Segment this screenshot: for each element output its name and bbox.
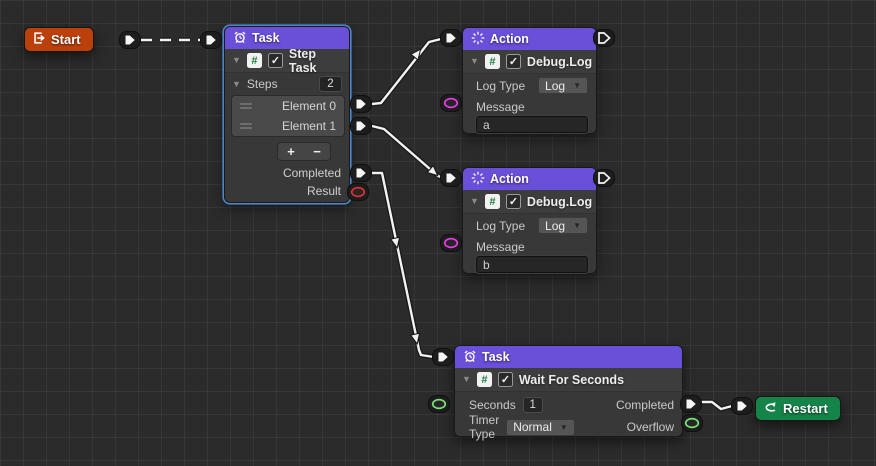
port-action2-message-input[interactable] xyxy=(440,234,462,252)
seconds-input[interactable]: 1 xyxy=(523,397,543,413)
list-item[interactable]: Element 1 xyxy=(232,116,344,136)
log-type-label: Log Type xyxy=(476,79,525,93)
log-type-dropdown[interactable]: Log ▼ xyxy=(538,217,588,234)
node-title: Action xyxy=(490,32,529,46)
burst-icon xyxy=(471,31,485,48)
node-restart[interactable]: Restart xyxy=(755,396,841,421)
caret-down-icon: ▼ xyxy=(573,81,581,90)
alarm-clock-icon xyxy=(233,30,247,47)
port-waittask-input[interactable] xyxy=(432,348,454,366)
foldout-icon[interactable]: ▼ xyxy=(470,57,479,66)
connection-element1-action2 xyxy=(372,126,444,179)
script-name: Debug.Log xyxy=(527,55,592,69)
completed-port-label: Completed xyxy=(616,398,674,412)
port-action1-input[interactable] xyxy=(440,29,462,47)
alarm-clock-icon xyxy=(463,349,477,366)
foldout-icon[interactable]: ▼ xyxy=(470,197,479,206)
port-action1-message-input[interactable] xyxy=(440,94,462,112)
node-action-2[interactable]: Action ▼ # ✓ Debug.Log Log Type Log ▼ Me… xyxy=(462,167,597,274)
graph-canvas[interactable]: Start Task ▼ # ✓ Step Task ▼ Steps 2 xyxy=(0,0,876,466)
port-restart-input[interactable] xyxy=(731,397,753,415)
port-result-output[interactable] xyxy=(347,183,369,201)
log-type-label: Log Type xyxy=(476,219,525,233)
node-title: Restart xyxy=(783,401,828,416)
drag-handle-icon[interactable] xyxy=(240,123,252,129)
seconds-label: Seconds xyxy=(469,398,516,412)
port-overflow-output[interactable] xyxy=(681,414,703,432)
message-input[interactable]: b xyxy=(476,256,588,273)
caret-down-icon: ▼ xyxy=(573,221,581,230)
connection-element0-action1 xyxy=(372,39,441,104)
node-start[interactable]: Start xyxy=(24,27,94,52)
node-step-task[interactable]: Task ▼ # ✓ Step Task ▼ Steps 2 Element 0… xyxy=(224,26,350,203)
port-steptask-completed-output[interactable] xyxy=(350,164,372,182)
timer-type-label: Timer Type xyxy=(469,413,499,441)
node-header[interactable]: Action xyxy=(463,168,596,190)
message-label: Message xyxy=(463,234,596,254)
port-element0-output[interactable] xyxy=(350,95,372,113)
message-input[interactable]: a xyxy=(476,116,588,133)
node-title: Action xyxy=(490,172,529,186)
enabled-checkbox[interactable]: ✓ xyxy=(506,194,521,209)
add-element-button[interactable]: + xyxy=(278,143,304,160)
log-type-dropdown[interactable]: Log ▼ xyxy=(538,77,588,94)
element-label: Element 0 xyxy=(258,99,336,113)
port-element1-output[interactable] xyxy=(350,117,372,135)
steps-label: Steps xyxy=(247,77,278,91)
node-title: Start xyxy=(51,32,81,47)
node-wait-task[interactable]: Task ▼ # ✓ Wait For Seconds Seconds 1 Co… xyxy=(454,345,683,437)
completed-port-label: Completed xyxy=(225,164,349,182)
foldout-icon[interactable]: ▼ xyxy=(232,56,241,65)
script-hash-icon: # xyxy=(477,372,492,387)
overflow-port-label: Overflow xyxy=(627,420,674,434)
node-header[interactable]: Task xyxy=(455,346,682,368)
remove-element-button[interactable]: − xyxy=(304,143,330,160)
script-name: Step Task xyxy=(289,47,342,75)
node-header[interactable]: Action xyxy=(463,28,596,50)
timer-type-dropdown[interactable]: Normal ▼ xyxy=(506,419,575,436)
port-waittask-completed-output[interactable] xyxy=(680,395,702,413)
node-title: Task xyxy=(252,31,280,45)
caret-down-icon: ▼ xyxy=(560,423,568,432)
node-title: Task xyxy=(482,350,510,364)
connection-waitcompleted-restart xyxy=(700,402,732,409)
restart-loop-icon xyxy=(763,401,778,417)
message-label: Message xyxy=(463,94,596,114)
script-name: Debug.Log xyxy=(527,195,592,209)
script-name: Wait For Seconds xyxy=(519,373,624,387)
steps-value-field[interactable]: 2 xyxy=(319,76,342,92)
list-add-remove: + − xyxy=(277,142,331,161)
steps-list: Element 0 Element 1 xyxy=(231,95,345,137)
element-label: Element 1 xyxy=(258,119,336,133)
enabled-checkbox[interactable]: ✓ xyxy=(268,53,283,68)
port-action1-output[interactable] xyxy=(593,29,615,47)
drag-handle-icon[interactable] xyxy=(240,103,252,109)
burst-icon xyxy=(471,171,485,188)
port-action2-input[interactable] xyxy=(440,169,462,187)
foldout-icon[interactable]: ▼ xyxy=(462,375,471,384)
foldout-icon[interactable]: ▼ xyxy=(232,80,241,89)
enter-icon xyxy=(32,31,46,48)
script-hash-icon: # xyxy=(485,54,500,69)
enabled-checkbox[interactable]: ✓ xyxy=(498,372,513,387)
port-start-output[interactable] xyxy=(119,31,141,49)
port-action2-output[interactable] xyxy=(593,169,615,187)
result-port-label: Result xyxy=(225,182,349,200)
port-seconds-input[interactable] xyxy=(428,395,450,413)
script-hash-icon: # xyxy=(485,194,500,209)
port-steptask-input[interactable] xyxy=(200,31,222,49)
script-hash-icon: # xyxy=(247,53,262,68)
list-item[interactable]: Element 0 xyxy=(232,96,344,116)
enabled-checkbox[interactable]: ✓ xyxy=(506,54,521,69)
node-action-1[interactable]: Action ▼ # ✓ Debug.Log Log Type Log ▼ Me… xyxy=(462,27,597,134)
connection-completed-waittask xyxy=(372,173,434,357)
